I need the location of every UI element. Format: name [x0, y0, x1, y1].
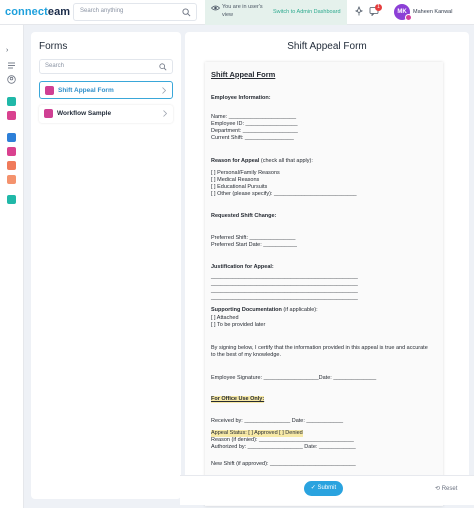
name-field: Name: ______________________: [211, 114, 297, 120]
main-panel: Shift Appeal Form Shift Appeal Form Empl…: [185, 32, 469, 506]
certify-text-line1: By signing below, I certify that the inf…: [211, 345, 428, 351]
form-item-shift-appeal[interactable]: Shift Appeal Form: [39, 81, 173, 99]
eye-icon: [211, 5, 220, 11]
rail-app-orange-icon[interactable]: [7, 161, 16, 170]
supporting-option: [ ] Attached: [211, 315, 239, 321]
authorized-by-line: Authorized by: __________________ Date: …: [211, 444, 356, 450]
global-search-placeholder: Search anything: [80, 8, 124, 14]
forms-title: Forms: [39, 41, 68, 52]
notification-badge: 1: [375, 4, 382, 11]
reset-label: Reset: [441, 486, 458, 492]
avatar-status-badge: [405, 14, 412, 21]
check-icon: ✓: [310, 485, 316, 491]
preferred-start-field: Preferred Start Date: ___________: [211, 242, 297, 248]
employee-signature-line: Employee Signature: __________________Da…: [211, 375, 377, 381]
form-item-label: Workflow Sample: [57, 110, 112, 117]
justification-line: ________________________________________…: [211, 295, 358, 301]
supporting-option: [ ] To be provided later: [211, 322, 266, 328]
switch-to-admin-link[interactable]: Switch to Admin Dashboard: [273, 9, 341, 15]
supporting-hint: (if applicable):: [283, 307, 318, 313]
employee-info-heading: Employee Information:: [211, 95, 271, 101]
justification-line: ________________________________________…: [211, 288, 358, 294]
requested-change-heading: Requested Shift Change:: [211, 213, 277, 219]
reset-icon: ⟲: [435, 486, 441, 492]
reason-option: [ ] Personal/Family Reasons: [211, 170, 280, 176]
reason-option: [ ] Other (please specify): ____________…: [211, 191, 357, 197]
preferred-shift-field: Preferred Shift: _______________: [211, 235, 296, 241]
logo-text-part1: connect: [5, 6, 48, 18]
top-bar: connecteam Search anything You are in us…: [0, 0, 474, 25]
forms-panel: Forms Search Shift Appeal Form Workflow …: [31, 32, 181, 499]
reason-heading: Reason for Appeal: [211, 158, 260, 164]
user-view-text-line2: view: [222, 12, 234, 18]
reason-option: [ ] Medical Reasons: [211, 177, 260, 183]
rail-app-green-icon[interactable]: [7, 195, 16, 204]
office-use-heading: For Office Use Only:: [211, 396, 265, 403]
form-action-bar: ✓ Submit ⟲ Reset: [180, 475, 474, 505]
reason-if-denied-line: Reason (if denied): ____________________…: [211, 437, 354, 443]
reason-hint: (check all that apply):: [260, 158, 313, 164]
rail-app-teal-icon[interactable]: [7, 97, 16, 106]
expand-rail-chevron-icon[interactable]: ›: [6, 47, 8, 54]
current-shift-field: Current Shift: ________________: [211, 135, 294, 141]
page-title: Shift Appeal Form: [287, 41, 367, 52]
supporting-heading-line: Supporting Documentation (if applicable)…: [211, 307, 318, 314]
user-view-text-line1: You are in user's: [222, 4, 263, 10]
new-shift-line: New Shift (if approved): _______________…: [211, 461, 356, 467]
reset-button[interactable]: ⟲ Reset: [435, 485, 457, 492]
forms-search-input[interactable]: Search: [39, 59, 173, 74]
global-search-input[interactable]: Search anything: [73, 3, 197, 21]
form-item-workflow-sample[interactable]: Workflow Sample: [39, 105, 173, 123]
submit-label: Submit: [317, 485, 337, 491]
connecteam-logo[interactable]: connecteam: [5, 6, 70, 18]
submit-button[interactable]: ✓ Submit: [304, 481, 343, 496]
supporting-heading: Supporting Documentation: [211, 307, 282, 313]
reason-heading-line: Reason for Appeal (check all that apply)…: [211, 158, 313, 165]
user-circle-icon[interactable]: [7, 75, 16, 84]
chevron-right-icon: [162, 87, 167, 94]
certify-text-line2: to the best of my knowledge.: [211, 352, 282, 358]
forms-search-placeholder: Search: [45, 63, 65, 69]
rail-app-pink-icon[interactable]: [7, 111, 16, 120]
appeal-status-line: Appeal Status: [ ] Approved [ ] Denied: [211, 430, 303, 437]
rail-app-coral-icon[interactable]: [7, 175, 16, 184]
pin-icon[interactable]: [354, 6, 364, 16]
logo-text-part2: eam: [47, 6, 71, 18]
user-name[interactable]: Maheen Kanwal: [413, 9, 452, 15]
form-document: Shift Appeal Form Employee Information: …: [205, 62, 443, 506]
doc-title: Shift Appeal Form: [211, 70, 276, 79]
justification-line: ________________________________________…: [211, 281, 358, 287]
reason-option: [ ] Educational Pursuits: [211, 184, 268, 190]
search-icon: [182, 8, 191, 17]
user-view-banner: You are in user's view Switch to Admin D…: [205, 0, 347, 25]
form-icon: [45, 86, 54, 95]
justification-heading: Justification for Appeal:: [211, 264, 274, 270]
rail-app-blue-icon[interactable]: [7, 133, 16, 142]
form-icon: [44, 109, 53, 118]
justification-line: ________________________________________…: [211, 274, 358, 280]
received-by-line: Received by: _______________ Date: _____…: [211, 418, 344, 424]
rail-app-magenta-icon[interactable]: [7, 147, 16, 156]
chevron-right-icon: [163, 110, 168, 117]
menu-lines-icon[interactable]: [7, 61, 16, 70]
department-field: Department: __________________: [211, 128, 298, 134]
search-icon: [159, 63, 167, 71]
employee-id-field: Employee ID: _________________: [211, 121, 298, 127]
left-rail: ›: [0, 25, 24, 508]
form-item-label: Shift Appeal Form: [58, 87, 114, 94]
